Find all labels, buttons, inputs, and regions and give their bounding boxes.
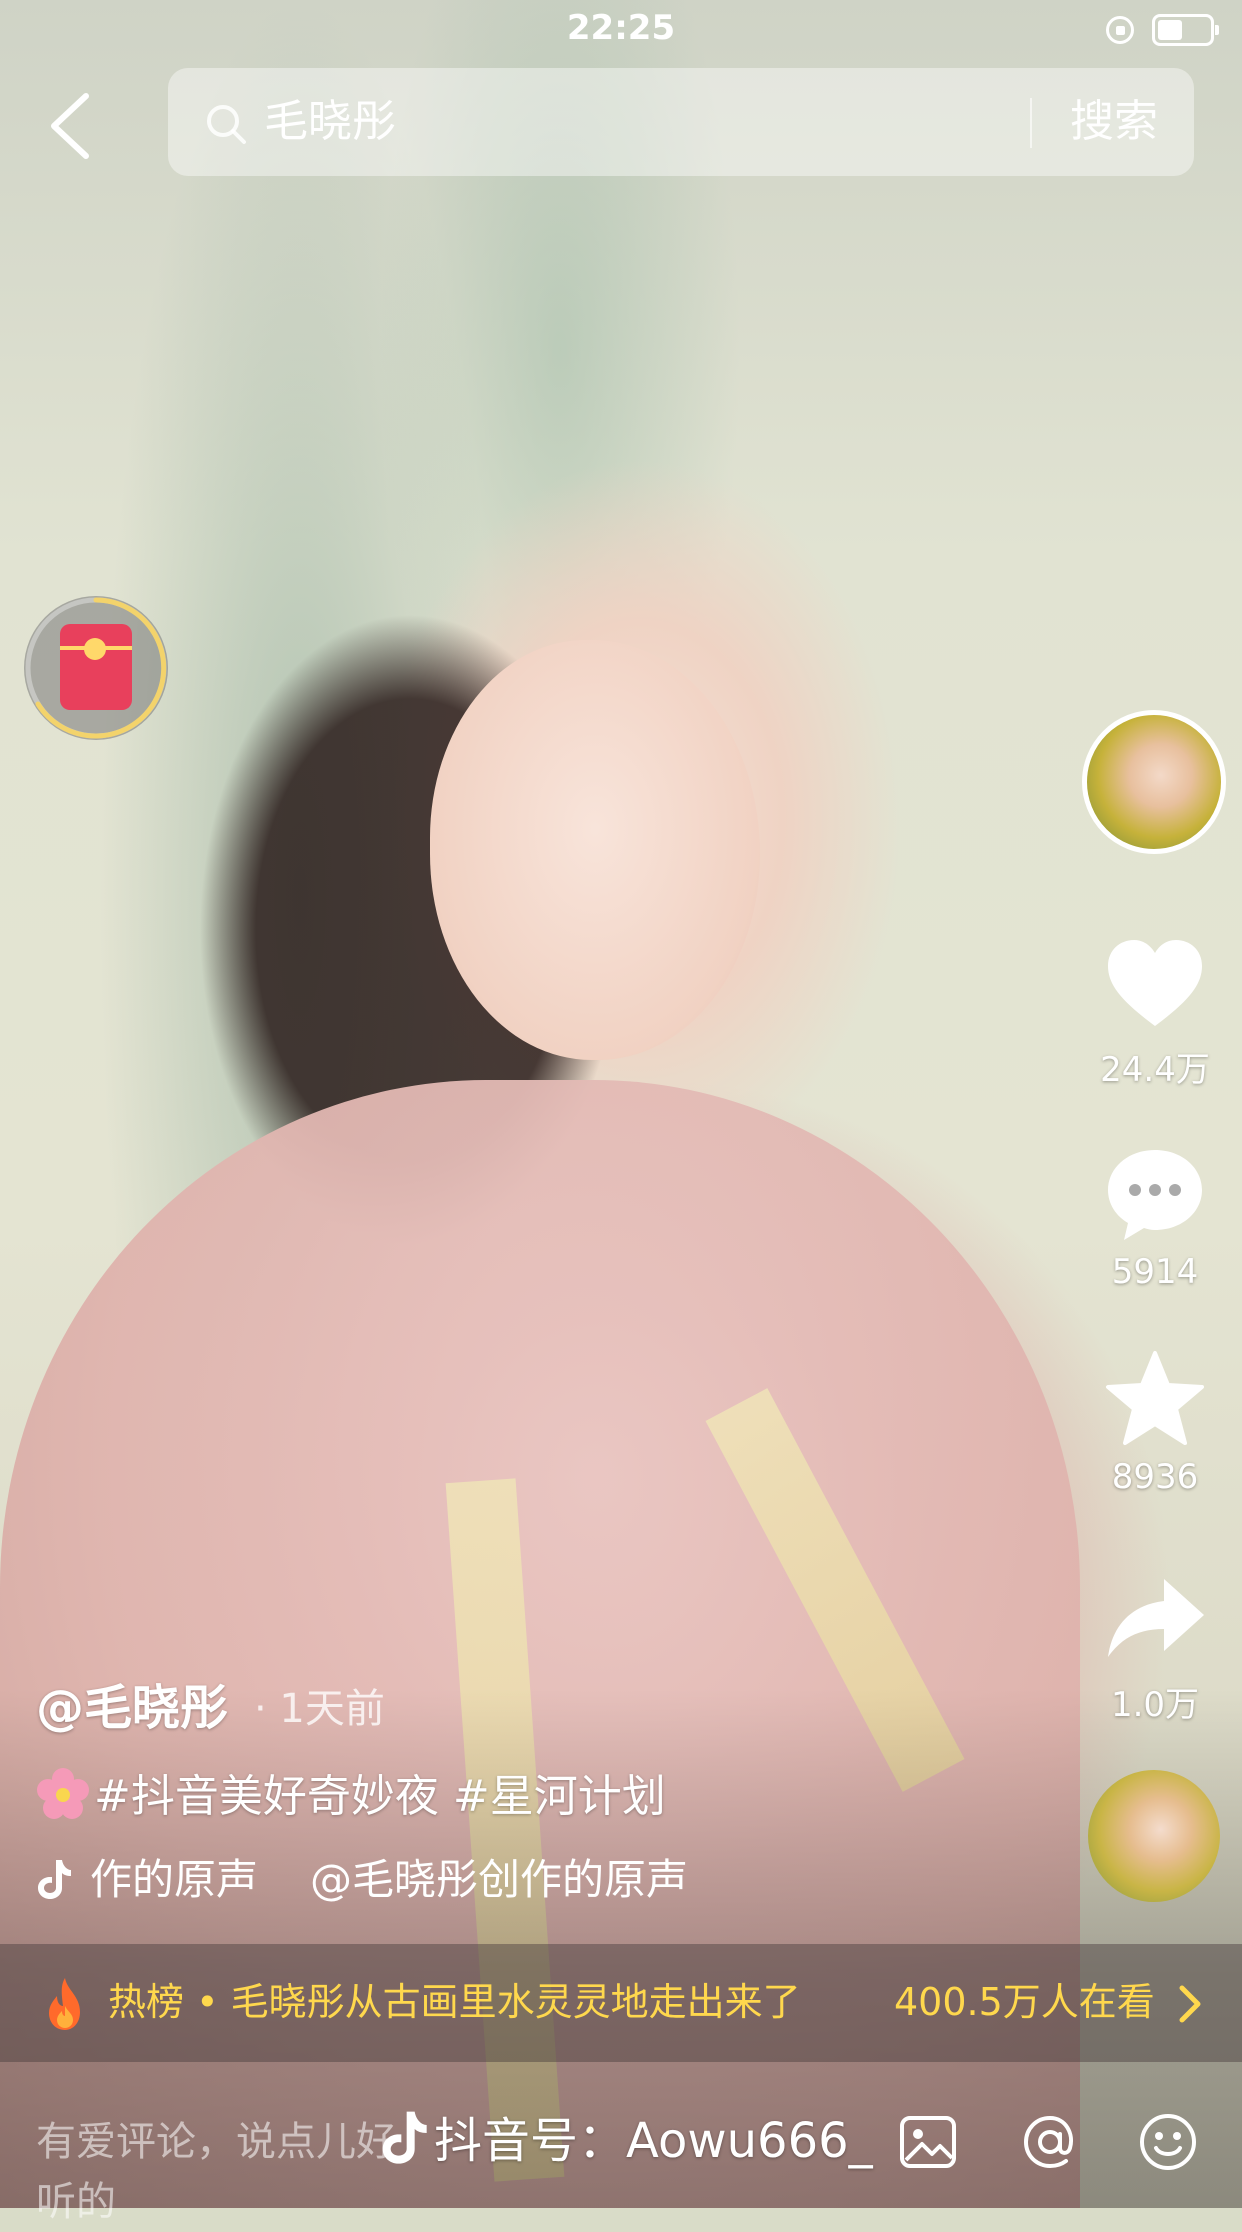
heart-icon	[1108, 940, 1202, 1026]
chevron-left-icon	[51, 93, 89, 159]
douyin-note-icon	[38, 1860, 71, 1899]
search-input[interactable]: 毛晓彤	[264, 94, 396, 150]
comment-button[interactable]: 5914	[1090, 1140, 1220, 1292]
watermark-text: 抖音号：Aowu666_	[434, 2113, 873, 2169]
fire-icon	[49, 1978, 80, 2030]
douyin-id-watermark: 抖音号：Aowu666_	[380, 2106, 873, 2176]
favorite-button[interactable]: 8936	[1090, 1345, 1220, 1497]
hashtag-link[interactable]: #星河计划	[453, 1771, 666, 1822]
comment-bar: 有爱评论，说点儿好听的 抖音号：Aowu666_	[0, 2072, 1242, 2225]
battery-icon	[1152, 14, 1219, 46]
image-icon[interactable]	[896, 2110, 960, 2174]
star-icon	[1106, 1351, 1204, 1445]
hot-list-viewers: 400.5万人在看	[894, 1980, 1155, 2024]
search-button[interactable]: 搜索	[1054, 94, 1174, 150]
comment-input[interactable]: 有爱评论，说点儿好听的	[36, 2112, 396, 2225]
comment-count: 5914	[1111, 1252, 1199, 1292]
hot-list-banner[interactable]: 热榜 • 毛晓彤从古画里水灵灵地走出来了 400.5万人在看	[0, 1944, 1242, 2062]
caption-description: #抖音美好奇妙夜 #星河计划	[36, 1760, 666, 1824]
caption-time: · 1天前	[254, 1686, 385, 1732]
at-icon[interactable]	[1018, 2110, 1082, 2174]
back-button[interactable]	[40, 90, 100, 162]
search-bar[interactable]: 毛晓彤 搜索	[168, 68, 1194, 176]
red-packet-widget[interactable]	[24, 596, 168, 740]
share-count: 1.0万	[1110, 1685, 1200, 1725]
chevron-right-icon	[1179, 1985, 1201, 2023]
caption-username[interactable]: @毛晓彤	[36, 1668, 228, 1738]
emoji-icon[interactable]	[1136, 2110, 1200, 2174]
status-bar: 22:25	[0, 0, 1242, 62]
like-button[interactable]: 24.4万	[1090, 930, 1220, 1091]
share-icon	[1108, 1579, 1204, 1657]
search-divider	[1030, 98, 1032, 148]
red-envelope-icon	[60, 624, 132, 710]
cherry-blossom-icon	[37, 1768, 89, 1819]
like-count: 24.4万	[1100, 1050, 1210, 1090]
music-title-scroll: 作的原声	[90, 1855, 259, 1904]
comment-icon	[1108, 1150, 1202, 1240]
music-title: @毛晓彤创作的原声	[310, 1855, 689, 1904]
hot-list-title: 热榜 • 毛晓彤从古画里水灵灵地走出来了	[108, 1980, 801, 2024]
hashtag-link[interactable]: #抖音美好奇妙夜	[94, 1771, 439, 1822]
search-icon	[207, 105, 246, 144]
douyin-logo-icon	[382, 2111, 427, 2164]
rotation-lock-icon	[1106, 16, 1134, 44]
share-button[interactable]: 1.0万	[1090, 1565, 1220, 1726]
music-info[interactable]: 作的原声 @毛晓彤创作的原声	[36, 1846, 688, 1907]
status-time: 22:25	[566, 8, 676, 48]
favorite-count: 8936	[1111, 1457, 1199, 1497]
music-disc[interactable]	[1088, 1770, 1220, 1902]
author-avatar[interactable]	[1082, 710, 1226, 854]
video-face-shape	[430, 640, 760, 1060]
